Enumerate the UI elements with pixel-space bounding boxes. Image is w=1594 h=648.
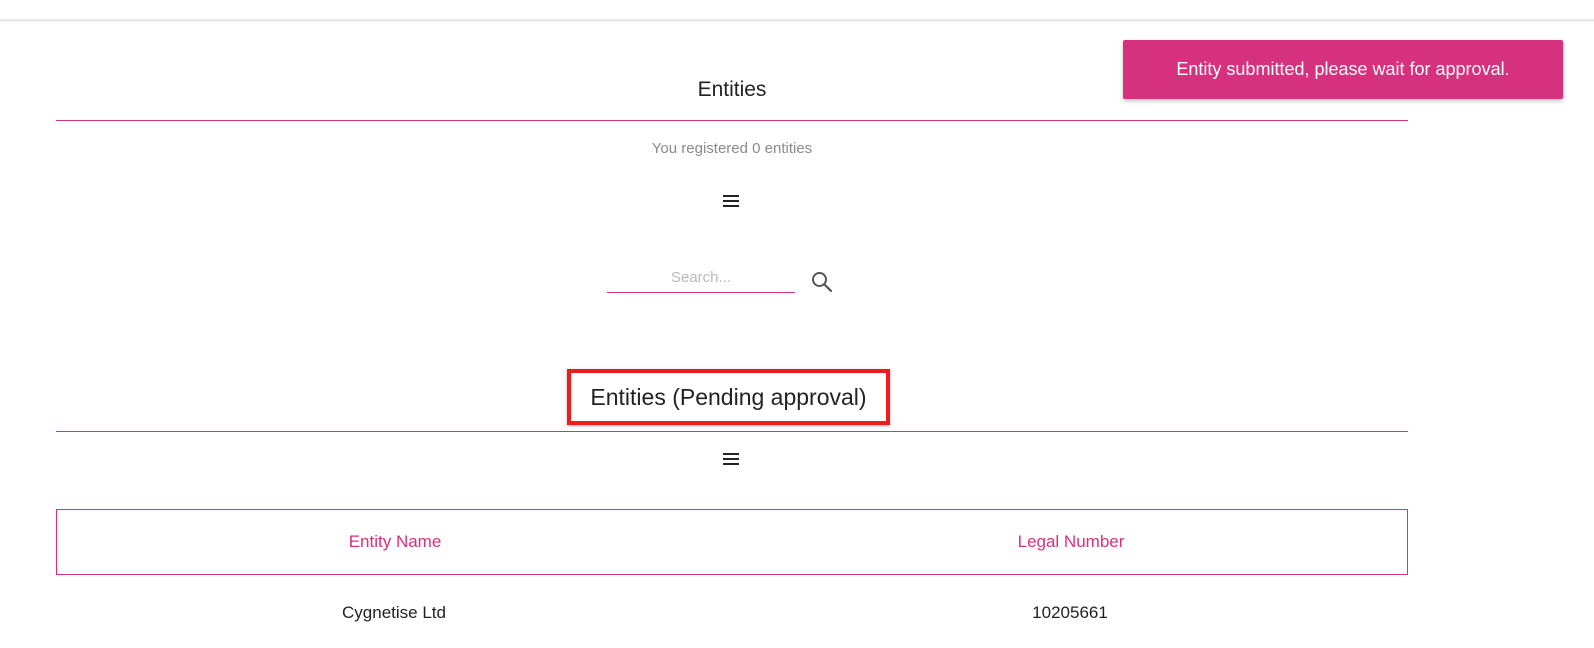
pending-table-header: Entity Name Legal Number: [56, 509, 1408, 575]
top-bar-shadow: [0, 0, 1594, 22]
search-input[interactable]: [607, 262, 795, 293]
column-header-legal-number[interactable]: Legal Number: [733, 510, 1409, 574]
cell-legal-number: 10205661: [1032, 603, 1108, 622]
entities-count: You registered 0 entities: [651, 140, 813, 157]
entities-title: Entities: [697, 78, 767, 101]
pending-menu-icon[interactable]: [723, 453, 741, 467]
column-header-entity-name[interactable]: Entity Name: [57, 510, 733, 574]
cell-entity-name: Cygnetise Ltd: [342, 603, 446, 622]
entities-divider: [56, 120, 1408, 121]
search-icon[interactable]: [810, 270, 834, 294]
toast-message: Entity submitted, please wait for approv…: [1176, 59, 1510, 79]
pending-divider: [56, 431, 1408, 432]
pending-title: Entities (Pending approval): [590, 383, 867, 410]
entities-menu-icon[interactable]: [723, 195, 741, 209]
pending-title-highlight: Entities (Pending approval): [567, 369, 890, 425]
search-box: [607, 262, 799, 294]
